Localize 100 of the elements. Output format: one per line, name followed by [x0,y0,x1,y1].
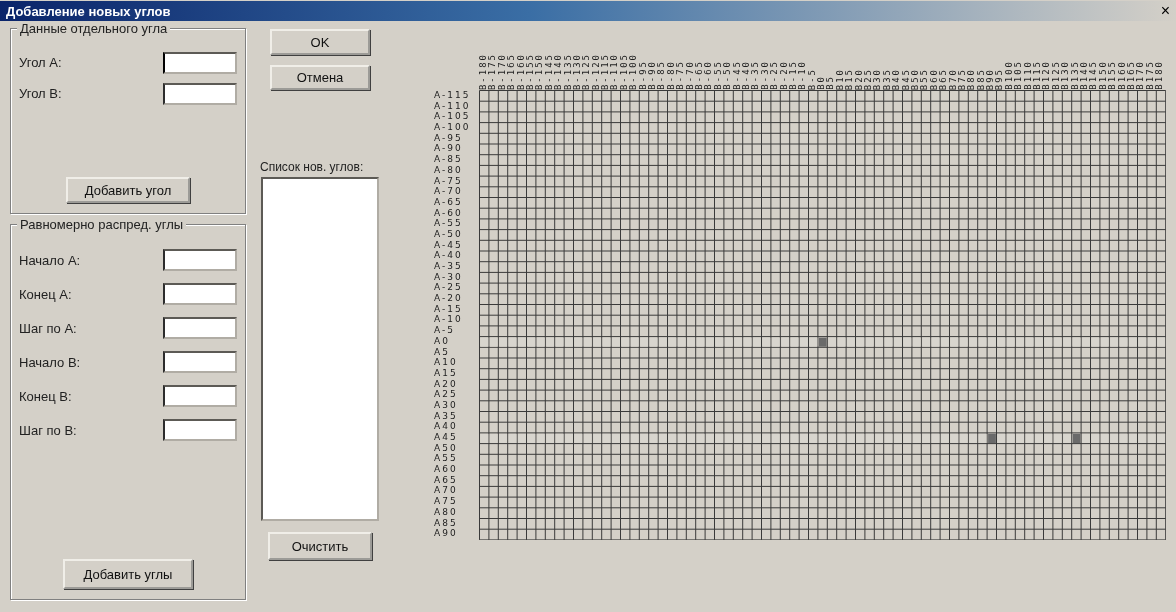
empty-cell[interactable] [724,337,733,347]
empty-cell[interactable] [527,337,536,347]
empty-cell[interactable] [621,433,630,443]
empty-cell[interactable] [565,337,573,347]
empty-cell[interactable] [677,433,686,443]
empty-cell[interactable] [743,433,752,443]
empty-cell[interactable] [1110,337,1119,347]
empty-cell[interactable] [1119,433,1128,443]
empty-cell[interactable] [687,433,696,443]
empty-cell[interactable] [508,337,517,347]
empty-cell[interactable] [593,433,602,443]
empty-cell[interactable] [715,337,724,347]
close-button[interactable]: × [1158,4,1172,18]
add-angles-button[interactable]: Добавить углы [63,559,193,589]
empty-cell[interactable] [753,433,761,443]
empty-cell[interactable] [912,337,921,347]
empty-cell[interactable] [1082,337,1090,347]
input-field[interactable] [163,419,237,441]
clear-button[interactable]: Очистить [268,532,372,560]
empty-cell[interactable] [555,433,564,443]
empty-cell[interactable] [1063,337,1072,347]
empty-cell[interactable] [518,337,526,347]
empty-cell[interactable] [809,433,818,443]
empty-cell[interactable] [781,337,790,347]
empty-cell[interactable] [941,337,949,347]
empty-cell[interactable] [696,337,705,347]
empty-cell[interactable] [931,433,940,443]
empty-cell[interactable] [1129,433,1137,443]
empty-cell[interactable] [640,337,649,347]
empty-cell[interactable] [1157,433,1166,443]
empty-cell[interactable] [1053,337,1062,347]
empty-cell[interactable] [649,337,658,347]
empty-cell[interactable] [1119,337,1128,347]
empty-cell[interactable] [696,433,705,443]
input-field[interactable] [163,351,237,373]
empty-cell[interactable] [1006,337,1015,347]
empty-cell[interactable] [527,433,536,443]
input-field[interactable] [163,82,237,105]
add-angle-button[interactable]: Добавить угол [66,177,190,203]
empty-cell[interactable] [480,433,489,443]
empty-cell[interactable] [884,337,893,347]
empty-cell[interactable] [818,433,827,443]
input-field[interactable] [163,317,237,339]
input-field[interactable] [163,385,237,407]
empty-cell[interactable] [499,433,508,443]
empty-cell[interactable] [847,337,855,347]
input-field[interactable] [163,51,237,74]
empty-cell[interactable] [894,433,902,443]
empty-cell[interactable] [875,337,884,347]
empty-cell[interactable] [1138,337,1147,347]
empty-cell[interactable] [997,337,1006,347]
empty-cell[interactable] [706,433,714,443]
empty-cell[interactable] [602,337,611,347]
empty-cell[interactable] [959,337,968,347]
empty-cell[interactable] [574,433,583,443]
filled-cell[interactable] [818,337,827,347]
empty-cell[interactable] [480,337,489,347]
empty-cell[interactable] [677,337,686,347]
empty-cell[interactable] [922,337,931,347]
empty-cell[interactable] [800,433,808,443]
empty-cell[interactable] [602,433,611,443]
empty-cell[interactable] [734,433,743,443]
empty-cell[interactable] [489,433,498,443]
empty-cell[interactable] [715,433,724,443]
empty-cell[interactable] [781,433,790,443]
empty-cell[interactable] [687,337,696,347]
empty-cell[interactable] [912,433,921,443]
empty-cell[interactable] [1138,433,1147,443]
empty-cell[interactable] [1025,337,1034,347]
filled-cell[interactable] [988,433,996,443]
empty-cell[interactable] [969,433,978,443]
empty-cell[interactable] [1072,337,1081,347]
empty-cell[interactable] [1110,433,1119,443]
empty-cell[interactable] [1082,433,1090,443]
empty-cell[interactable] [931,337,940,347]
empty-cell[interactable] [762,433,771,443]
empty-cell[interactable] [978,337,987,347]
empty-cell[interactable] [1035,433,1043,443]
empty-cell[interactable] [659,337,667,347]
empty-cell[interactable] [1147,337,1156,347]
empty-cell[interactable] [1035,337,1043,347]
empty-cell[interactable] [837,433,846,443]
empty-cell[interactable] [1157,337,1166,347]
empty-cell[interactable] [809,337,818,347]
empty-cell[interactable] [1091,337,1100,347]
angles-list[interactable] [261,177,379,521]
empty-cell[interactable] [978,433,987,443]
empty-cell[interactable] [649,433,658,443]
empty-cell[interactable] [950,433,959,443]
empty-cell[interactable] [800,337,808,347]
empty-cell[interactable] [959,433,968,443]
empty-cell[interactable] [865,433,874,443]
empty-cell[interactable] [828,433,837,443]
empty-cell[interactable] [555,337,564,347]
empty-cell[interactable] [668,433,677,443]
empty-cell[interactable] [988,337,996,347]
empty-cell[interactable] [1063,433,1072,443]
empty-cell[interactable] [1129,337,1137,347]
empty-cell[interactable] [1025,433,1034,443]
empty-cell[interactable] [743,337,752,347]
